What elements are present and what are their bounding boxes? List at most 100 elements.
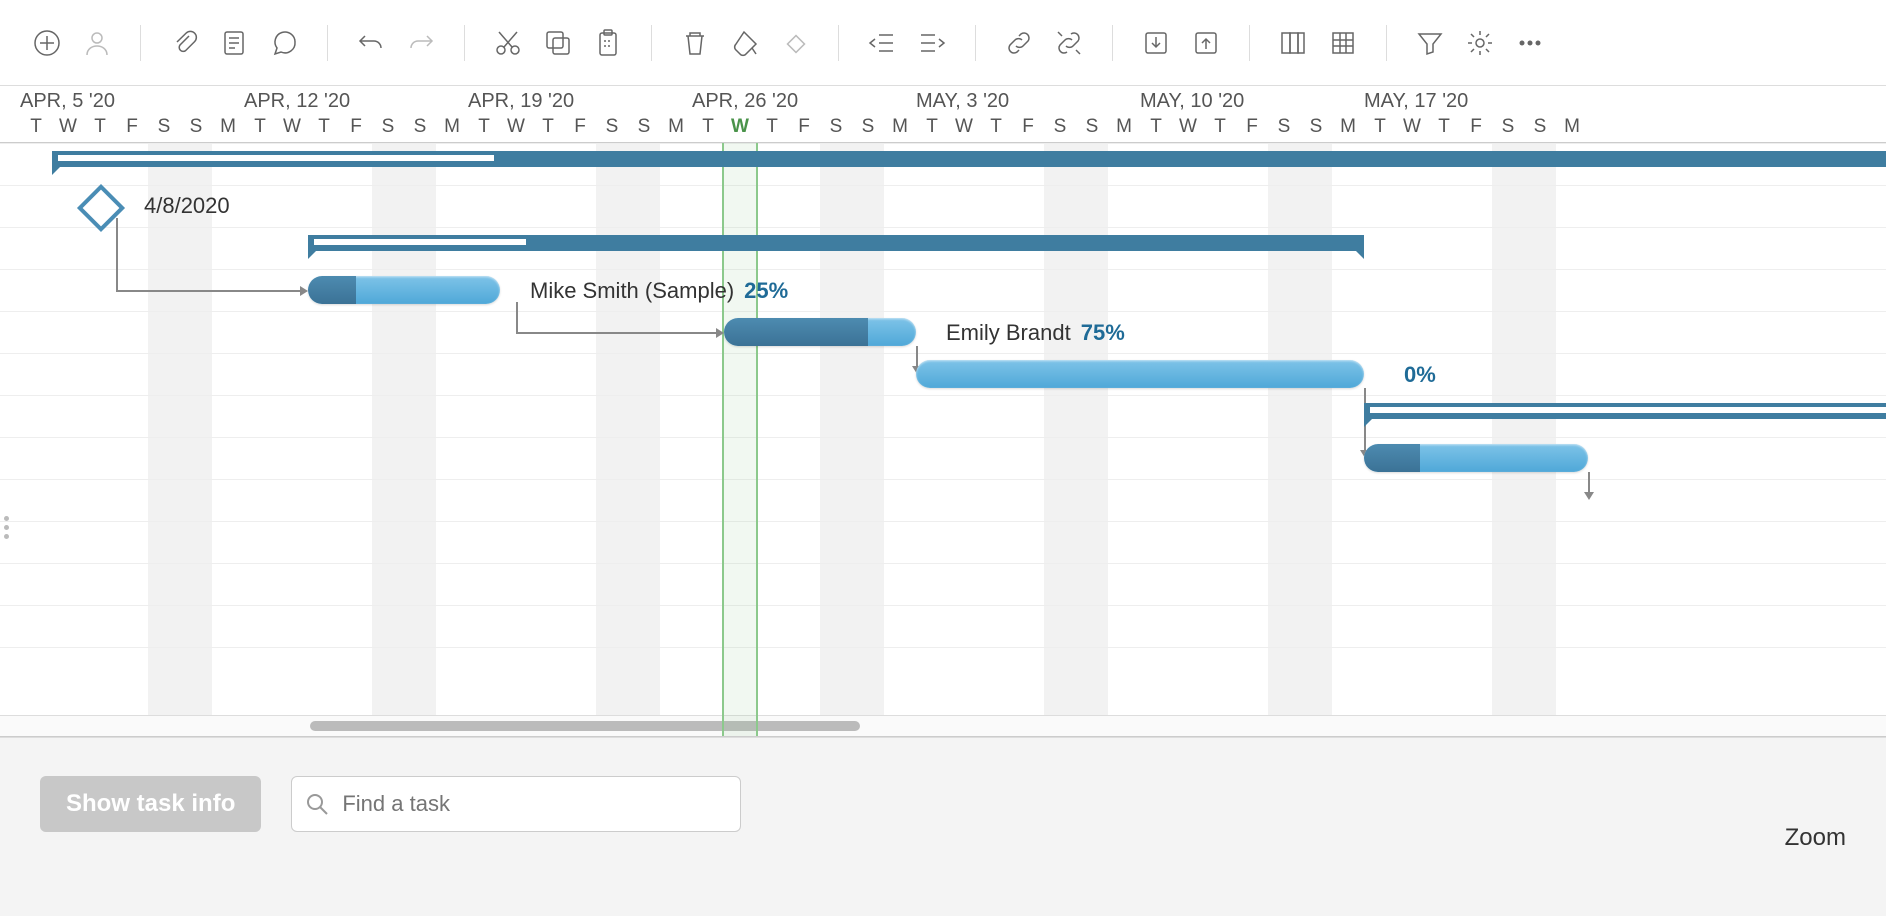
link-icon[interactable] [1002,26,1036,60]
search-icon [305,792,329,816]
dependency-line [1588,472,1590,492]
task-bar[interactable] [916,360,1364,388]
separator [1386,25,1387,61]
copy-icon[interactable] [541,26,575,60]
separator [140,25,141,61]
panel-drag-handle[interactable] [4,516,9,539]
day-cell: W [1396,116,1428,138]
search-input[interactable] [291,776,741,832]
day-cell: T [468,116,500,138]
day-cell: T [1140,116,1172,138]
day-cell: M [212,116,244,138]
day-cell: S [404,116,436,138]
day-cell: F [564,116,596,138]
day-cell: T [308,116,340,138]
day-cell: T [692,116,724,138]
day-cell: W [724,116,756,138]
day-cell: M [1108,116,1140,138]
day-cell: S [148,116,180,138]
redo-icon[interactable] [404,26,438,60]
day-cell: F [1460,116,1492,138]
comment-icon[interactable] [267,26,301,60]
add-icon[interactable] [30,26,64,60]
task-label: Mike Smith (Sample)25% [530,278,788,304]
separator [327,25,328,61]
day-cell: T [916,116,948,138]
day-cell: S [1044,116,1076,138]
paste-icon[interactable] [591,26,625,60]
summary-bar[interactable] [1364,403,1886,419]
separator [651,25,652,61]
more-icon[interactable] [1513,26,1547,60]
day-cell: W [52,116,84,138]
day-cell: T [1364,116,1396,138]
horizontal-scrollbar[interactable] [0,715,1886,736]
day-cell: M [660,116,692,138]
dependency-line [116,218,118,290]
note-icon[interactable] [217,26,251,60]
day-cell: S [1524,116,1556,138]
timeline-header: TWTFSSMTWTFSSMTWTFSSMTWTFSSMTWTFSSMTWTFS… [0,86,1886,143]
dependency-arrow-icon [716,328,724,338]
task-bar[interactable] [308,276,500,304]
settings-icon[interactable] [1463,26,1497,60]
task-label: Emily Brandt75% [946,320,1125,346]
attach-icon[interactable] [167,26,201,60]
indent-icon[interactable] [915,26,949,60]
gantt-chart: TWTFSSMTWTFSSMTWTFSSMTWTFSSMTWTFSSMTWTFS… [0,86,1886,737]
zoom-label: Zoom [1785,824,1846,852]
task-bar[interactable] [724,318,916,346]
week-label: MAY, 17 '20 [1364,90,1468,113]
separator [1112,25,1113,61]
day-cell: S [628,116,660,138]
milestone-icon[interactable] [778,26,812,60]
delete-icon[interactable] [678,26,712,60]
export-icon[interactable] [1189,26,1223,60]
grid-icon[interactable] [1326,26,1360,60]
day-cell: T [532,116,564,138]
day-cell: S [1492,116,1524,138]
day-cell: F [116,116,148,138]
separator [975,25,976,61]
separator [838,25,839,61]
unlink-icon[interactable] [1052,26,1086,60]
scrollbar-thumb[interactable] [310,721,860,731]
day-cell: S [596,116,628,138]
footer-bar: Show task info Zoom [0,737,1886,916]
outdent-icon[interactable] [865,26,899,60]
week-label: APR, 5 '20 [20,90,115,113]
undo-icon[interactable] [354,26,388,60]
user-icon[interactable] [80,26,114,60]
day-cell: S [180,116,212,138]
milestone-label: 4/8/2020 [144,193,230,219]
day-cell: W [276,116,308,138]
day-cell: F [1012,116,1044,138]
dependency-line [516,302,518,332]
day-cell: T [980,116,1012,138]
import-icon[interactable] [1139,26,1173,60]
day-cell: F [1236,116,1268,138]
dependency-line [116,290,300,292]
columns-icon[interactable] [1276,26,1310,60]
paint-icon[interactable] [728,26,762,60]
filter-icon[interactable] [1413,26,1447,60]
summary-bar[interactable] [52,151,1886,167]
today-marker [722,143,758,737]
toolbar [0,0,1886,86]
day-cell: T [84,116,116,138]
show-task-info-button[interactable]: Show task info [40,776,261,832]
dependency-line [516,332,716,334]
week-label: APR, 12 '20 [244,90,350,113]
summary-bar[interactable] [308,235,1364,251]
day-cell: S [1076,116,1108,138]
day-cell: M [884,116,916,138]
day-cell: W [500,116,532,138]
week-label: MAY, 10 '20 [1140,90,1244,113]
week-label: APR, 26 '20 [692,90,798,113]
task-bar[interactable] [1364,444,1588,472]
cut-icon[interactable] [491,26,525,60]
day-cell: F [340,116,372,138]
gantt-body[interactable]: 4/8/2020 Mike Smith (Sample)25% Emily Bran… [0,143,1886,737]
day-cell: T [244,116,276,138]
day-cell: W [1172,116,1204,138]
